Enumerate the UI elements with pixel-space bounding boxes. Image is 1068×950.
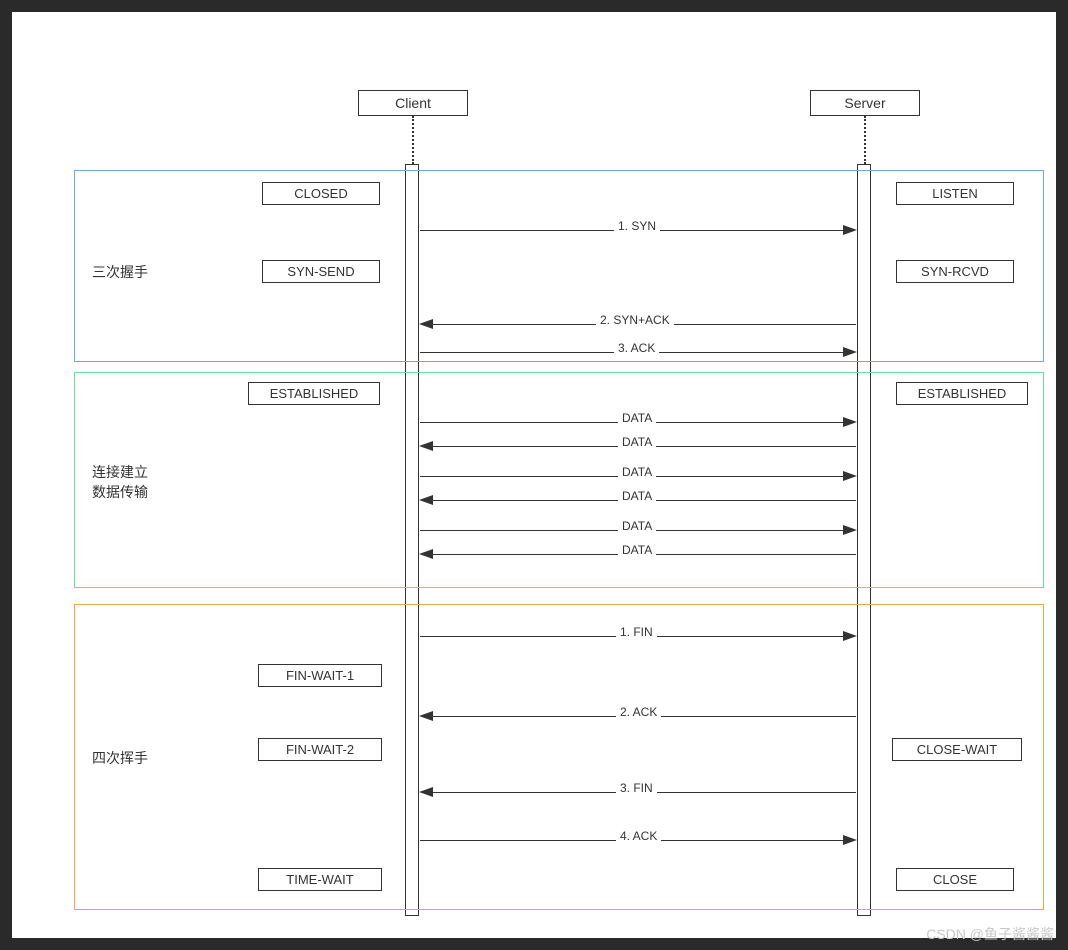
- msg-fin-1: 1. FIN: [420, 628, 856, 644]
- state-client-closed: CLOSED: [262, 182, 380, 205]
- msg-fin-3: 3. FIN: [420, 784, 856, 800]
- msg-data-4: DATA: [420, 492, 856, 508]
- participant-server: Server: [810, 90, 920, 116]
- server-lifeline-dots: [864, 116, 866, 164]
- msg-ack-4: 4. ACK: [420, 832, 856, 848]
- watermark-label: CSDN @鱼子酱酱酱: [926, 924, 1054, 944]
- participant-server-label: Server: [844, 95, 885, 111]
- participant-client-label: Client: [395, 95, 431, 111]
- state-server-synrcvd: SYN-RCVD: [896, 260, 1014, 283]
- phase-close-label: 四次挥手: [92, 748, 148, 768]
- client-lifeline-dots: [412, 116, 414, 164]
- msg-ack-handshake: 3. ACK: [420, 344, 856, 360]
- outer-frame: Client Server 三次握手 CLOSED LISTEN SYN-SEN…: [0, 0, 1068, 950]
- msg-data-2: DATA: [420, 438, 856, 454]
- state-client-synsend: SYN-SEND: [262, 260, 380, 283]
- msg-data-1: DATA: [420, 414, 856, 430]
- state-client-established: ESTABLISHED: [248, 382, 380, 405]
- msg-ack-2: 2. ACK: [420, 708, 856, 724]
- state-server-closewait: CLOSE-WAIT: [892, 738, 1022, 761]
- msg-data-3: DATA: [420, 468, 856, 484]
- msg-synack: 2. SYN+ACK: [420, 316, 856, 332]
- msg-syn: 1. SYN: [420, 222, 856, 238]
- state-server-close: CLOSE: [896, 868, 1014, 891]
- phase-handshake-label: 三次握手: [92, 262, 148, 282]
- msg-data-5: DATA: [420, 522, 856, 538]
- state-client-finwait2: FIN-WAIT-2: [258, 738, 382, 761]
- state-client-finwait1: FIN-WAIT-1: [258, 664, 382, 687]
- diagram-page: Client Server 三次握手 CLOSED LISTEN SYN-SEN…: [12, 12, 1056, 938]
- phase-transfer-label: 连接建立 数据传输: [92, 462, 148, 502]
- state-server-established: ESTABLISHED: [896, 382, 1028, 405]
- participant-client: Client: [358, 90, 468, 116]
- state-server-listen: LISTEN: [896, 182, 1014, 205]
- msg-data-6: DATA: [420, 546, 856, 562]
- state-client-timewait: TIME-WAIT: [258, 868, 382, 891]
